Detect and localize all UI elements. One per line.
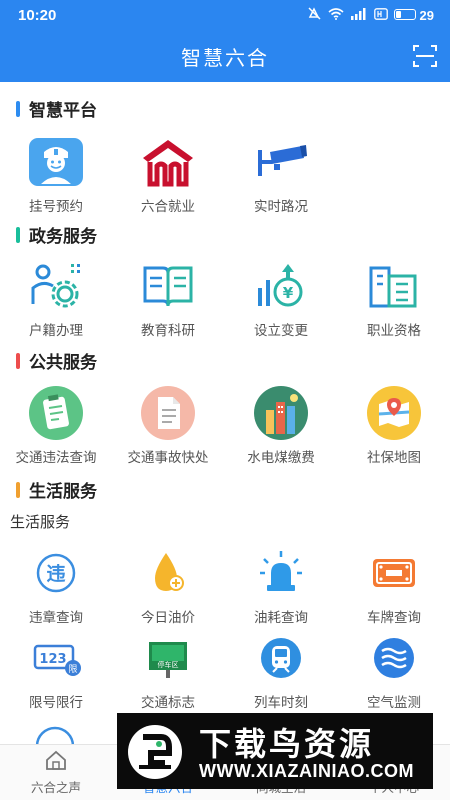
service-limit[interactable]: 123 限 限号限行 (0, 629, 112, 711)
service-train-schedule[interactable]: 列车时刻 (225, 629, 337, 711)
svg-text:123: 123 (39, 652, 66, 667)
bird-logo-icon (125, 723, 185, 781)
section-title: 智慧平台 (29, 101, 97, 120)
service-registration[interactable]: 挂号预约 (0, 133, 112, 215)
service-label: 教育科研 (141, 323, 195, 338)
section-public-services: 公共服务 (16, 348, 97, 373)
service-plate-query[interactable]: 车牌查询 (338, 544, 450, 626)
service-traffic-violation[interactable]: 交通违法查询 (0, 384, 112, 466)
section-title: 生活服务 (29, 482, 97, 501)
service-label: 交通事故快处 (127, 450, 209, 465)
wifi-icon (328, 7, 344, 23)
service-registration-change[interactable]: ¥ 设立变更 (225, 257, 337, 339)
section-title: 公共服务 (29, 353, 97, 372)
service-air-monitor[interactable]: 空气监测 (338, 629, 450, 711)
service-label: 违章查询 (29, 610, 83, 625)
service-label: 设立变更 (254, 323, 308, 338)
finance-icon: ¥ (252, 257, 310, 315)
train-icon (252, 629, 310, 687)
watermark-banner: 下载鸟资源 WWW.XIAZAINIAO.COM (117, 713, 433, 789)
battery-indicator: 29 (394, 8, 434, 23)
map-icon (365, 384, 423, 442)
service-education[interactable]: 教育科研 (112, 257, 224, 339)
building-icon (365, 257, 423, 315)
service-label: 油耗查询 (254, 610, 308, 625)
section-subtitle: 生活服务 (10, 514, 71, 531)
service-label: 今日油价 (141, 610, 195, 625)
status-time: 10:20 (18, 7, 57, 24)
service-label: 列车时刻 (254, 695, 308, 710)
section-smart-platform: 智慧平台 (16, 96, 97, 121)
section-marker (16, 352, 20, 369)
violation-icon: 违 (27, 544, 85, 602)
service-label: 交通标志 (141, 695, 195, 710)
service-label: 社保地图 (367, 450, 421, 465)
svg-text:停车区: 停车区 (158, 660, 179, 669)
tab-voice[interactable]: 六合之声 (0, 745, 112, 800)
svg-text:违: 违 (46, 563, 65, 585)
service-employment[interactable]: 六合就业 (112, 133, 224, 215)
service-label: 实时路况 (254, 199, 308, 214)
section-life-services: 生活服务 (16, 477, 97, 502)
service-label: 水电煤缴费 (247, 450, 315, 465)
service-fuel-consumption[interactable]: 油耗查询 (225, 544, 337, 626)
service-social-map[interactable]: 社保地图 (338, 384, 450, 466)
service-label: 车牌查询 (367, 610, 421, 625)
service-violation-query[interactable]: 违 违章查询 (0, 544, 112, 626)
clipboard-icon (27, 384, 85, 442)
service-label: 交通违法查询 (15, 450, 97, 465)
service-traffic[interactable]: 实时路况 (225, 133, 337, 215)
battery-level: 29 (419, 7, 434, 23)
service-accident[interactable]: 交通事故快处 (112, 384, 224, 466)
signal-icon (350, 7, 368, 23)
person-gear-icon (27, 257, 85, 315)
mute-icon (308, 7, 322, 23)
service-utilities[interactable]: 水电煤缴费 (225, 384, 337, 466)
air-wave-icon (365, 629, 423, 687)
service-household[interactable]: 户籍办理 (0, 257, 112, 339)
document-icon (139, 384, 197, 442)
svg-text:限: 限 (68, 664, 77, 675)
oil-drop-icon (139, 544, 197, 602)
section-gov-services: 政务服务 (16, 222, 97, 247)
service-label: 空气监测 (367, 695, 421, 710)
limit-plate-icon: 123 限 (27, 629, 85, 687)
house-logo-icon (139, 133, 197, 191)
doctor-icon (27, 133, 85, 191)
app-header: 10:20 29 智慧六合 (0, 0, 450, 82)
alarm-light-icon (252, 544, 310, 602)
status-bar: 10:20 29 (0, 0, 450, 32)
service-label: 限号限行 (29, 695, 83, 710)
section-marker (16, 226, 20, 243)
watermark-url: WWW.XIAZAINIAO.COM (199, 761, 414, 781)
service-label: 户籍办理 (29, 323, 83, 338)
service-label: 挂号预约 (29, 199, 83, 214)
section-marker (16, 100, 20, 117)
home-icon (45, 750, 67, 775)
service-traffic-sign[interactable]: 停车区 交通标志 (112, 629, 224, 711)
hd-icon (374, 7, 389, 23)
service-label: 六合就业 (141, 199, 195, 214)
service-oil-price[interactable]: 今日油价 (112, 544, 224, 626)
status-icons: 29 (308, 7, 434, 23)
watermark-title: 下载鸟资源 (199, 726, 375, 762)
page-title: 智慧六合 (181, 48, 269, 70)
tab-label: 六合之声 (30, 781, 81, 795)
city-icon (252, 384, 310, 442)
book-icon (139, 257, 197, 315)
section-marker (16, 481, 20, 498)
svg-text:¥: ¥ (283, 284, 294, 302)
service-qualification[interactable]: 职业资格 (338, 257, 450, 339)
battery-icon (394, 8, 417, 20)
parking-sign-icon: 停车区 (139, 629, 197, 687)
next-row-icon (33, 726, 77, 746)
scan-icon[interactable] (412, 44, 438, 68)
service-label: 职业资格 (367, 323, 421, 338)
section-title: 政务服务 (29, 227, 97, 246)
license-plate-icon (365, 544, 423, 602)
camera-icon (252, 133, 310, 191)
